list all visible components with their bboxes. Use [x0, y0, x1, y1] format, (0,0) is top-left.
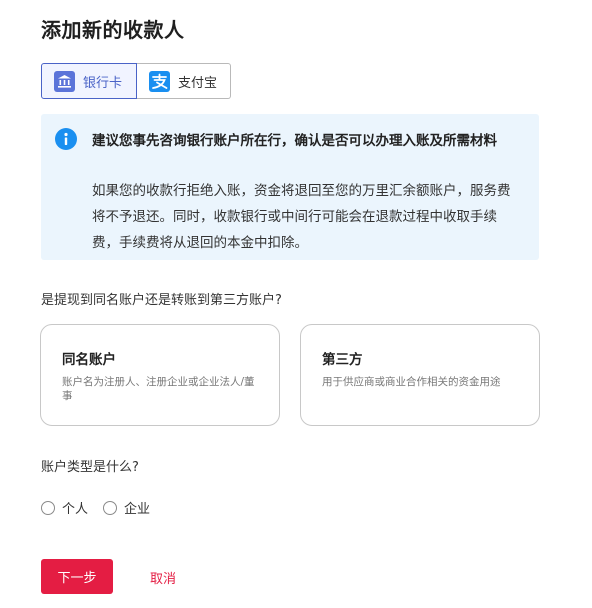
account-owner-question: 是提现到同名账户还是转账到第三方账户?: [41, 293, 282, 308]
notice-body: 如果您的收款行拒绝入账，资金将退回至您的万里汇余额账户，服务费将不予退还。同时，…: [92, 183, 511, 251]
cancel-link[interactable]: 取消: [150, 568, 176, 587]
radio-business[interactable]: 企业: [103, 498, 150, 517]
same-name-account-card[interactable]: 同名账户 账户名为注册人、注册企业或企业法人/董事: [40, 324, 280, 426]
info-icon: [55, 128, 77, 150]
tab-alipay-label: 支付宝: [178, 75, 218, 91]
page-title: 添加新的收款人: [41, 18, 185, 42]
card-description: 用于供应商或商业合作相关的资金用途: [322, 376, 501, 388]
tab-bank-card[interactable]: 银行卡: [41, 63, 137, 99]
card-title: 同名账户: [62, 352, 116, 368]
radio-button[interactable]: [103, 500, 118, 515]
alipay-icon: [149, 70, 170, 92]
third-party-account-card[interactable]: 第三方 用于供应商或商业合作相关的资金用途: [300, 324, 540, 426]
radio-business-label: 企业: [124, 502, 151, 517]
next-button[interactable]: 下一步: [41, 559, 113, 594]
info-notice: 建议您事先咨询银行账户所在行，确认是否可以办理入账及所需材料 如果您的收款行拒绝…: [41, 114, 539, 260]
card-description: 账户名为注册人、注册企业或企业法人/董事: [62, 376, 255, 402]
account-type-question: 账户类型是什么?: [41, 460, 139, 475]
notice-title: 建议您事先咨询银行账户所在行，确认是否可以办理入账及所需材料: [92, 133, 497, 149]
bank-icon: [54, 70, 75, 92]
card-title: 第三方: [322, 352, 363, 368]
radio-personal[interactable]: 个人: [41, 498, 88, 517]
radio-personal-label: 个人: [62, 502, 89, 517]
tab-bank-card-label: 银行卡: [83, 75, 123, 91]
radio-button[interactable]: [41, 500, 55, 515]
account-type-radio-group: 个人 企业: [41, 498, 165, 517]
payment-method-tabs: 银行卡 支付宝: [41, 63, 231, 99]
tab-alipay[interactable]: 支付宝: [137, 63, 231, 99]
